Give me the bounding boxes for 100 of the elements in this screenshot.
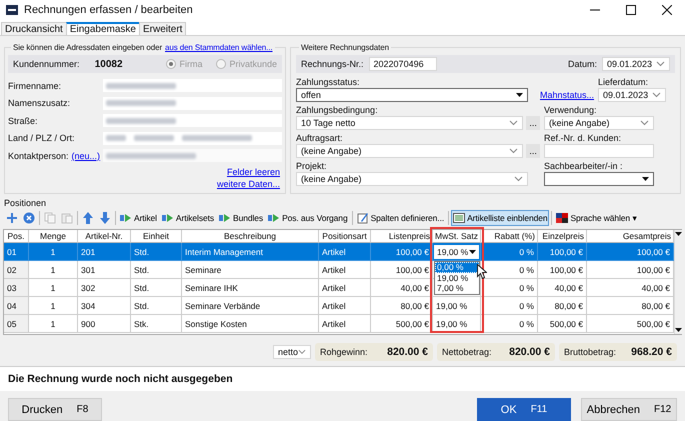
dialog-button[interactable]: Drucken F8	[8, 398, 102, 421]
column-header[interactable]: Rabatt (%)	[481, 230, 538, 243]
input-field[interactable]	[103, 132, 282, 145]
toolbar-button[interactable]: Sprache wählen ▾	[554, 210, 640, 226]
field-label: Kontaktperson:	[8, 150, 69, 161]
column-header[interactable]: Artikel-Nr.	[78, 230, 131, 243]
column-header[interactable]: Menge	[29, 230, 78, 243]
dropdown-option[interactable]: 19,00 %	[435, 272, 479, 283]
section-title: Positionen	[4, 198, 46, 208]
paste-icon	[61, 212, 73, 224]
table-cell: 01	[4, 243, 29, 261]
input-field[interactable]	[544, 144, 654, 158]
table-cell: 0 %	[481, 243, 538, 261]
insert-arrow-icon	[268, 212, 280, 224]
table-cell: 0 %	[481, 315, 538, 333]
vat-options-list[interactable]: 0,00 % 19,00 % 7,00 %	[434, 261, 480, 294]
combo-field[interactable]: 10 Tage netto	[296, 116, 524, 130]
triangle-icon	[675, 232, 682, 236]
dialog-button[interactable]: Abbrechen F12	[581, 398, 677, 421]
edit-columns-icon	[356, 212, 369, 224]
combo-field[interactable]	[103, 149, 282, 162]
date-field[interactable]: 09.01.2023	[598, 88, 666, 102]
table-cell: 100,00 €	[538, 243, 587, 261]
table-cell: Seminare Verbände	[182, 297, 319, 315]
more-button[interactable]: ...	[526, 144, 540, 158]
dialog-button[interactable]: OK F11	[477, 398, 571, 421]
flags-icon	[556, 212, 568, 224]
tab[interactable]: Druckansicht	[1, 22, 67, 35]
chevron-icon	[298, 349, 306, 355]
toolbar-button[interactable]: Bundles	[217, 210, 266, 226]
scrollbar[interactable]	[674, 230, 682, 334]
tax-mode-select[interactable]: netto	[273, 345, 311, 359]
table-cell: 1	[29, 243, 78, 261]
dropdown-field[interactable]	[544, 172, 654, 186]
column-header[interactable]: Gesamtpreis	[587, 230, 674, 243]
table-cell: 1	[29, 279, 78, 297]
action-link[interactable]: weitere Daten...	[216, 178, 280, 188]
total-label: Bruttobetrag:	[564, 347, 616, 357]
more-button[interactable]: ...	[526, 116, 540, 130]
master-data-link[interactable]: aus den Stammdaten wählen...	[165, 42, 273, 53]
toolbar-button[interactable]	[97, 210, 113, 226]
field-label: Firmenname:	[8, 80, 62, 91]
toolbar-button[interactable]	[4, 210, 20, 226]
table-cell: 0 %	[481, 297, 538, 315]
total-value: 820.00 €	[509, 346, 550, 358]
field-label: Namenszusatz:	[8, 98, 70, 108]
dropdown-option[interactable]: 0,00 %	[435, 262, 479, 272]
table-cell: Std.	[131, 261, 182, 279]
combo-field[interactable]: (keine Angabe)	[296, 144, 524, 158]
add-icon	[6, 212, 18, 224]
triangle-icon	[516, 93, 523, 97]
close-icon[interactable]	[662, 5, 672, 15]
column-header[interactable]: Positionsart	[319, 230, 371, 243]
column-header[interactable]: Listenpreis	[371, 230, 433, 243]
vat-dropdown[interactable]: 19,00 %	[434, 244, 479, 258]
copy-icon	[44, 212, 56, 224]
field-label: Straße:	[8, 116, 38, 126]
insert-arrow-icon	[120, 212, 132, 224]
column-header[interactable]: Pos.	[4, 230, 29, 243]
input-field[interactable]	[103, 79, 282, 92]
total-label: Nettobetrag:	[442, 347, 492, 357]
dunning-status-link[interactable]: Mahnstatus...	[540, 90, 594, 100]
table-cell: 40,00 €	[371, 279, 433, 297]
column-header[interactable]: Beschreibung	[182, 230, 319, 243]
toolbar-button[interactable]	[21, 210, 37, 226]
combo-field[interactable]: (keine Angabe)	[544, 116, 654, 130]
combo-field[interactable]: (keine Angabe)	[296, 172, 528, 186]
tab[interactable]: Eingabemaske	[66, 22, 140, 35]
table-cell: 900	[78, 315, 131, 333]
dropdown-option[interactable]: 7,00 %	[435, 283, 479, 294]
table-cell: 19,00 %	[433, 297, 481, 315]
toolbar-button[interactable]	[80, 210, 96, 226]
chevron-icon	[509, 148, 518, 154]
toolbar-button[interactable]: Artikel	[118, 210, 159, 226]
table-cell: Seminare IHK	[182, 279, 319, 297]
table-cell: 40,00 €	[538, 279, 587, 297]
table-cell: 80,00 €	[371, 297, 433, 315]
action-link[interactable]: Felder leeren	[226, 166, 280, 176]
toolbar-button[interactable]: Artikelsets	[160, 210, 216, 226]
field-label: Auftragsart:	[296, 133, 344, 143]
new-contact-link[interactable]: (neu...)	[72, 150, 100, 161]
column-header[interactable]: Einzelpreis	[538, 230, 587, 243]
status-message: Die Rechnung wurde noch nicht ausgegeben	[0, 366, 685, 391]
input-field[interactable]: 2022070496	[368, 57, 437, 71]
table-cell: Artikel	[319, 315, 371, 333]
input-field[interactable]	[103, 96, 282, 110]
table-cell: 04	[4, 297, 29, 315]
maximize-icon[interactable]	[626, 5, 636, 15]
toolbar-button[interactable]: Pos. aus Vorgang	[266, 210, 350, 226]
table-cell: Artikel	[319, 279, 371, 297]
toolbar-button[interactable]: Spalten definieren...	[354, 210, 446, 226]
column-header[interactable]: MwSt. Satz	[433, 230, 481, 243]
dropdown-field[interactable]: offen	[296, 88, 528, 102]
toolbar-button[interactable]: Artikelliste einblenden	[451, 210, 550, 226]
column-header[interactable]: Einheit	[131, 230, 182, 243]
insert-arrow-icon	[219, 212, 232, 224]
tab[interactable]: Erweitert	[138, 22, 186, 35]
input-field[interactable]	[103, 114, 282, 128]
table-cell: 500,00 €	[371, 315, 433, 333]
date-field[interactable]: 09.01.2023	[602, 57, 670, 71]
